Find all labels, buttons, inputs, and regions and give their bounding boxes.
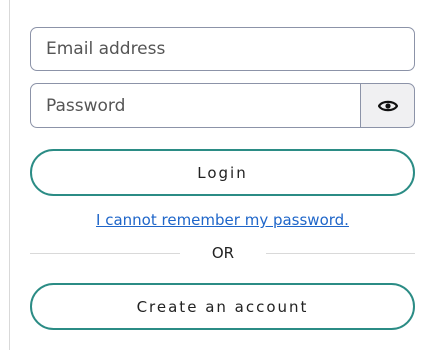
login-button[interactable]: Login [30, 149, 415, 196]
password-group [30, 83, 415, 128]
show-password-button[interactable] [360, 83, 415, 128]
or-divider-text: OR [211, 244, 235, 262]
forgot-password-link[interactable]: I cannot remember my password. [30, 211, 415, 229]
email-field[interactable] [30, 27, 415, 71]
divider-line-left [30, 253, 180, 254]
eye-icon [377, 100, 398, 111]
create-account-button[interactable]: Create an account [30, 283, 415, 330]
divider-line-right [266, 253, 415, 254]
password-field[interactable] [30, 83, 361, 128]
